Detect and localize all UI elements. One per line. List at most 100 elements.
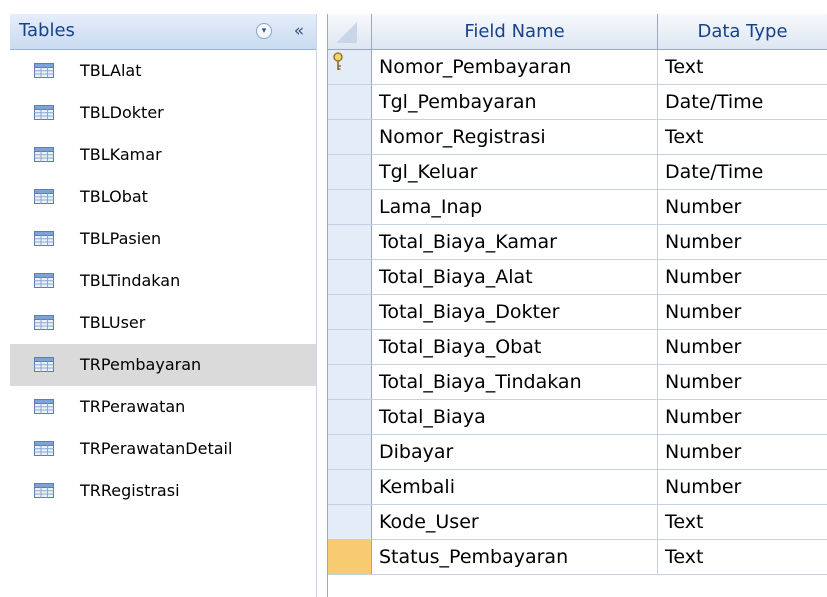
data-type-cell[interactable]: Text	[658, 540, 827, 575]
field-name-cell[interactable]: Total_Biaya_Alat	[372, 260, 658, 295]
data-type-cell[interactable]: Text	[658, 120, 827, 155]
row-selector[interactable]	[328, 295, 372, 330]
nav-item-label: TBLPasien	[80, 229, 162, 248]
navigation-pane: Tables ▾ « TBLAlat TBLDokter TBLKamar TBLOb…	[10, 14, 317, 597]
nav-item-trregistrasi[interactable]: TRRegistrasi	[10, 470, 316, 512]
field-name-cell[interactable]: Total_Biaya_Kamar	[372, 225, 658, 260]
table-icon	[34, 273, 54, 288]
field-name-cell[interactable]: Kode_User	[372, 505, 658, 540]
row-selector[interactable]	[328, 505, 372, 540]
row-selector[interactable]	[328, 260, 372, 295]
table-row[interactable]: Total_Biaya_Obat Number	[328, 330, 827, 365]
primary-key-icon	[333, 52, 343, 70]
data-type-cell[interactable]: Number	[658, 190, 827, 225]
select-all-corner[interactable]	[328, 14, 372, 50]
field-name-cell[interactable]: Total_Biaya_Dokter	[372, 295, 658, 330]
nav-item-label: TBLUser	[80, 313, 146, 332]
nav-item-label: TRPerawatan	[80, 397, 186, 416]
field-name-cell[interactable]: Total_Biaya_Tindakan	[372, 365, 658, 400]
table-row[interactable]: Status_Pembayaran Text	[328, 540, 827, 575]
nav-item-label: TRRegistrasi	[80, 481, 180, 500]
data-type-cell[interactable]: Number	[658, 365, 827, 400]
row-selector[interactable]	[328, 540, 372, 575]
data-type-cell[interactable]: Text	[658, 50, 827, 85]
field-name-cell[interactable]: Lama_Inap	[372, 190, 658, 225]
nav-item-label: TRPerawatanDetail	[80, 439, 233, 458]
nav-item-tblobat[interactable]: TBLObat	[10, 176, 316, 218]
data-type-cell[interactable]: Number	[658, 435, 827, 470]
nav-pane-header[interactable]: Tables ▾ «	[10, 14, 316, 50]
field-name-cell[interactable]: Dibayar	[372, 435, 658, 470]
data-type-cell[interactable]: Number	[658, 225, 827, 260]
data-type-cell[interactable]: Number	[658, 295, 827, 330]
row-selector[interactable]	[328, 85, 372, 120]
nav-item-trperawatan[interactable]: TRPerawatan	[10, 386, 316, 428]
nav-item-label: TRPembayaran	[80, 355, 202, 374]
nav-pane-title: Tables	[19, 20, 75, 41]
table-row[interactable]: Tgl_Keluar Date/Time	[328, 155, 827, 190]
data-type-cell[interactable]: Number	[658, 330, 827, 365]
field-name-cell[interactable]: Kembali	[372, 470, 658, 505]
table-row[interactable]: Total_Biaya_Alat Number	[328, 260, 827, 295]
table-row[interactable]: Total_Biaya_Dokter Number	[328, 295, 827, 330]
nav-item-label: TBLDokter	[80, 103, 164, 122]
nav-item-trpembayaran[interactable]: TRPembayaran	[10, 344, 316, 386]
nav-item-label: TBLObat	[80, 187, 148, 206]
table-icon	[34, 357, 54, 372]
field-name-cell[interactable]: Nomor_Pembayaran	[372, 50, 658, 85]
data-type-cell[interactable]: Date/Time	[658, 155, 827, 190]
table-icon	[34, 483, 54, 498]
select-all-icon	[336, 22, 357, 43]
table-row[interactable]: Lama_Inap Number	[328, 190, 827, 225]
nav-item-tblalat[interactable]: TBLAlat	[10, 50, 316, 92]
nav-item-tblkamar[interactable]: TBLKamar	[10, 134, 316, 176]
table-row[interactable]: Total_Biaya_Kamar Number	[328, 225, 827, 260]
nav-pane-dropdown-icon[interactable]: ▾	[256, 23, 272, 39]
nav-item-tbldokter[interactable]: TBLDokter	[10, 92, 316, 134]
nav-item-tblpasien[interactable]: TBLPasien	[10, 218, 316, 260]
shutter-bar-collapse-icon[interactable]: «	[288, 20, 310, 42]
table-row[interactable]: Nomor_Registrasi Text	[328, 120, 827, 155]
data-type-cell[interactable]: Number	[658, 260, 827, 295]
row-selector[interactable]	[328, 190, 372, 225]
row-selector[interactable]	[328, 120, 372, 155]
table-row[interactable]: Kembali Number	[328, 470, 827, 505]
table-icon	[34, 63, 54, 78]
row-selector[interactable]	[328, 400, 372, 435]
table-row[interactable]: Kode_User Text	[328, 505, 827, 540]
field-name-cell[interactable]: Total_Biaya	[372, 400, 658, 435]
grid-header: Field Name Data Type	[328, 14, 827, 50]
nav-item-label: TBLKamar	[80, 145, 162, 164]
table-row[interactable]: Dibayar Number	[328, 435, 827, 470]
field-name-cell[interactable]: Tgl_Pembayaran	[372, 85, 658, 120]
table-row[interactable]: Total_Biaya_Tindakan Number	[328, 365, 827, 400]
data-type-cell[interactable]: Number	[658, 470, 827, 505]
data-type-cell[interactable]: Date/Time	[658, 85, 827, 120]
nav-item-trperawatandetail[interactable]: TRPerawatanDetail	[10, 428, 316, 470]
row-selector[interactable]	[328, 365, 372, 400]
table-icon	[34, 315, 54, 330]
column-header-field-name[interactable]: Field Name	[372, 14, 658, 50]
table-row[interactable]: Tgl_Pembayaran Date/Time	[328, 85, 827, 120]
table-row[interactable]: Total_Biaya Number	[328, 400, 827, 435]
row-selector[interactable]	[328, 330, 372, 365]
row-selector[interactable]	[328, 225, 372, 260]
row-selector[interactable]	[328, 50, 372, 85]
column-header-data-type[interactable]: Data Type	[658, 14, 827, 50]
nav-item-tbluser[interactable]: TBLUser	[10, 302, 316, 344]
field-name-cell[interactable]: Total_Biaya_Obat	[372, 330, 658, 365]
nav-item-label: TBLTindakan	[80, 271, 181, 290]
row-selector[interactable]	[328, 470, 372, 505]
table-icon	[34, 441, 54, 456]
table-icon	[34, 399, 54, 414]
field-name-cell[interactable]: Status_Pembayaran	[372, 540, 658, 575]
data-type-cell[interactable]: Number	[658, 400, 827, 435]
nav-item-label: TBLAlat	[80, 61, 142, 80]
row-selector[interactable]	[328, 155, 372, 190]
field-name-cell[interactable]: Nomor_Registrasi	[372, 120, 658, 155]
field-name-cell[interactable]: Tgl_Keluar	[372, 155, 658, 190]
row-selector[interactable]	[328, 435, 372, 470]
nav-item-tbltindakan[interactable]: TBLTindakan	[10, 260, 316, 302]
table-row[interactable]: Nomor_Pembayaran Text	[328, 50, 827, 85]
data-type-cell[interactable]: Text	[658, 505, 827, 540]
